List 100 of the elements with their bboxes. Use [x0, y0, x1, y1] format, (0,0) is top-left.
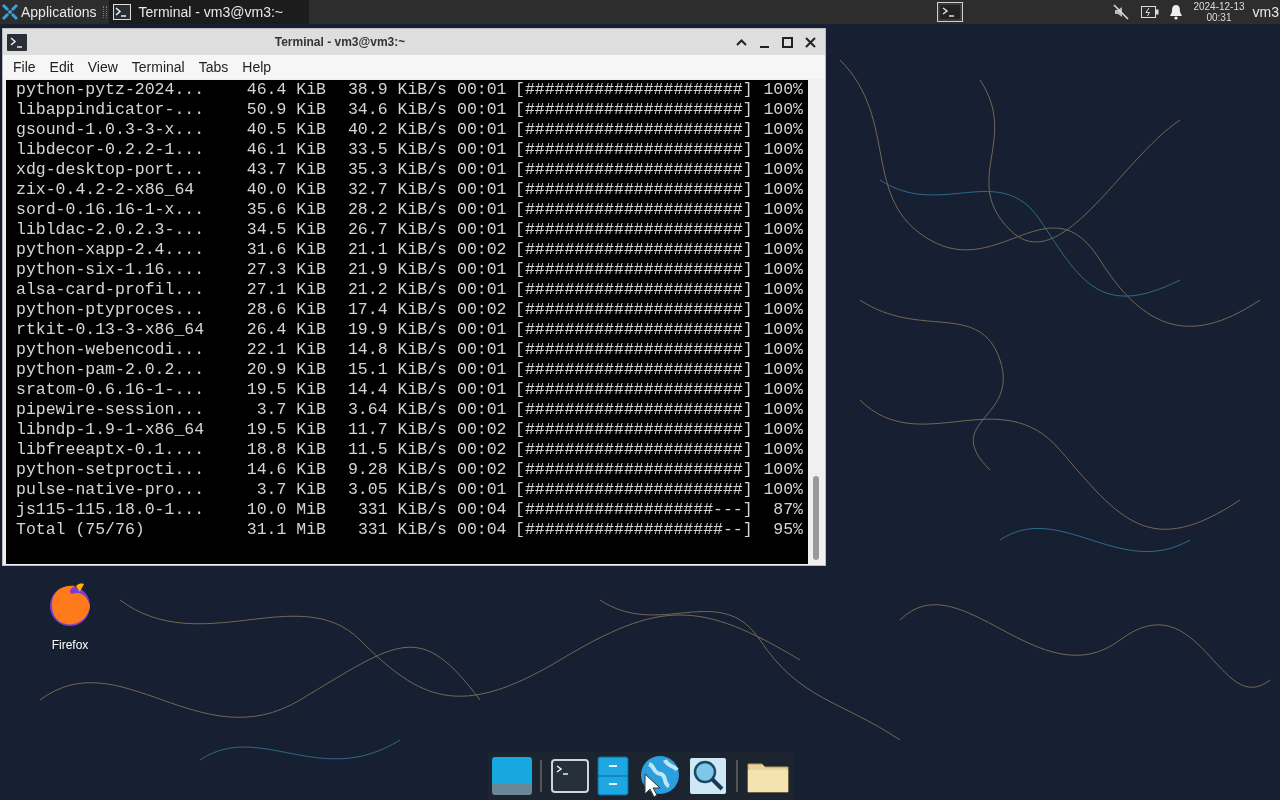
terminal-text: [######################] [514, 220, 754, 240]
terminal-text: 38.9 KiB/s [346, 80, 447, 100]
terminal-text: libappindicator-... [15, 100, 206, 120]
terminal-text: [######################] [514, 440, 754, 460]
terminal-text: 34.6 KiB/s [346, 100, 447, 120]
menu-item[interactable]: Tabs [191, 56, 236, 78]
terminal-icon[interactable] [550, 759, 589, 793]
terminal-text: 100% [762, 460, 803, 480]
terminal-text: js115-115.18.0-1... [15, 500, 206, 520]
notification-bell-icon[interactable] [1169, 4, 1184, 20]
menu-item[interactable]: File [6, 56, 43, 78]
terminal-text: 87% [772, 500, 803, 520]
terminal-text: 00:02 [456, 460, 508, 480]
terminal-text: libdecor-0.2.2-1... [15, 140, 206, 160]
desktop-shortcut[interactable]: Firefox [30, 580, 110, 654]
terminal-text: 100% [762, 440, 803, 460]
terminal-text: 3.7 KiB [255, 480, 326, 500]
clock[interactable]: 2024-12-13 00:31 [1193, 1, 1245, 23]
magnifier-icon[interactable] [689, 757, 728, 795]
terminal-launcher[interactable] [937, 2, 964, 22]
terminal-text: 100% [762, 200, 803, 220]
terminal-text: 00:01 [456, 260, 508, 280]
terminal-text: 331 KiB/s [356, 500, 447, 520]
menu-item[interactable]: Terminal [124, 56, 192, 78]
terminal-text: 11.5 KiB/s [346, 440, 447, 460]
terminal-text: libfreeaptx-0.1.... [15, 440, 206, 460]
scrollbar-thumb[interactable] [813, 476, 819, 560]
terminal-text: [###################---] [514, 500, 754, 520]
terminal-text: 00:01 [456, 340, 508, 360]
applications-menu[interactable]: Applications [0, 0, 101, 24]
terminal-text: xdg-desktop-port... [15, 160, 206, 180]
terminal-text: python-pytz-2024... [15, 80, 206, 100]
terminal-text: 46.4 KiB [245, 80, 326, 100]
terminal-text: [######################] [514, 180, 754, 200]
terminal-text: [######################] [514, 200, 754, 220]
taskbar-button[interactable]: Terminal - vm3@vm3:~ [108, 0, 309, 24]
terminal-text: 100% [762, 320, 803, 340]
user-name[interactable]: vm3 [1252, 1, 1280, 23]
terminal-text: 00:04 [456, 520, 508, 540]
terminal-text: 32.7 KiB/s [346, 180, 447, 200]
terminal-text: 3.64 KiB/s [346, 400, 447, 420]
terminal-text: 100% [762, 140, 803, 160]
terminal-text: 50.9 KiB [245, 100, 326, 120]
terminal-text: [######################] [514, 400, 754, 420]
terminal-text: 100% [762, 400, 803, 420]
terminal-text: sord-0.16.16-1-x... [15, 200, 206, 220]
terminal-text: 31.1 MiB [245, 520, 326, 540]
terminal-text: [####################--] [514, 520, 754, 540]
terminal-text: 00:01 [456, 280, 508, 300]
terminal-text: 20.9 KiB [245, 360, 326, 380]
terminal-text: 00:01 [456, 100, 508, 120]
terminal-text: 21.1 KiB/s [346, 240, 447, 260]
terminal-text: [######################] [514, 340, 754, 360]
terminal-text: 331 KiB/s [356, 520, 447, 540]
terminal-text: [######################] [514, 160, 754, 180]
terminal-text: 27.3 KiB [245, 260, 326, 280]
file-cabinet-icon[interactable] [596, 756, 629, 796]
terminal-text: 27.1 KiB [245, 280, 326, 300]
terminal-text: 100% [762, 100, 803, 120]
menu-item[interactable]: View [80, 56, 125, 78]
menu-item[interactable]: Help [235, 56, 279, 78]
terminal-text: 10.0 MiB [245, 500, 326, 520]
terminal-text: 3.7 KiB [255, 400, 326, 420]
terminal-text: 17.4 KiB/s [346, 300, 447, 320]
terminal-text: 9.28 KiB/s [346, 460, 447, 480]
terminal-text: 21.9 KiB/s [346, 260, 447, 280]
terminal-text: 00:01 [456, 180, 508, 200]
terminal-text: 100% [762, 300, 803, 320]
terminal-text: 00:01 [456, 360, 508, 380]
terminal-text: 100% [762, 420, 803, 440]
terminal-text: 40.2 KiB/s [346, 120, 447, 140]
terminal-text: 00:01 [456, 160, 508, 180]
terminal-text: 00:02 [456, 240, 508, 260]
terminal-text: libldac-2.0.2.3-... [15, 220, 206, 240]
terminal-text: [######################] [514, 260, 754, 280]
terminal-text: pipewire-session... [15, 400, 206, 420]
battery-icon[interactable] [1141, 6, 1160, 18]
terminal-text: [######################] [514, 460, 754, 480]
terminal-text: 43.7 KiB [245, 160, 326, 180]
terminal-text: 34.5 KiB [245, 220, 326, 240]
terminal-text: 00:01 [456, 480, 508, 500]
terminal-text: 26.7 KiB/s [346, 220, 447, 240]
muted-speaker-icon[interactable] [1113, 4, 1130, 20]
terminal-text: python-webencodi... [15, 340, 206, 360]
terminal-text: [######################] [514, 100, 754, 120]
terminal-text: alsa-card-profil... [15, 280, 206, 300]
terminal-text: 00:02 [456, 300, 508, 320]
terminal-text: gsound-1.0.3-3-x... [15, 120, 206, 140]
menu-item[interactable]: Edit [42, 56, 81, 78]
terminal-text: 00:01 [456, 200, 508, 220]
terminal-text: 40.0 KiB [245, 180, 326, 200]
terminal-text: 19.5 KiB [245, 380, 326, 400]
terminal-text: 100% [762, 120, 803, 140]
terminal-text: [######################] [514, 80, 754, 100]
terminal-text: 15.1 KiB/s [346, 360, 447, 380]
terminal-text: 100% [762, 180, 803, 200]
window-title: Terminal - vm3@vm3:~ [274, 34, 406, 51]
terminal-text: 00:02 [456, 420, 508, 440]
terminal-text: rtkit-0.13-3-x86_64 [15, 320, 206, 340]
terminal-text: 100% [762, 380, 803, 400]
